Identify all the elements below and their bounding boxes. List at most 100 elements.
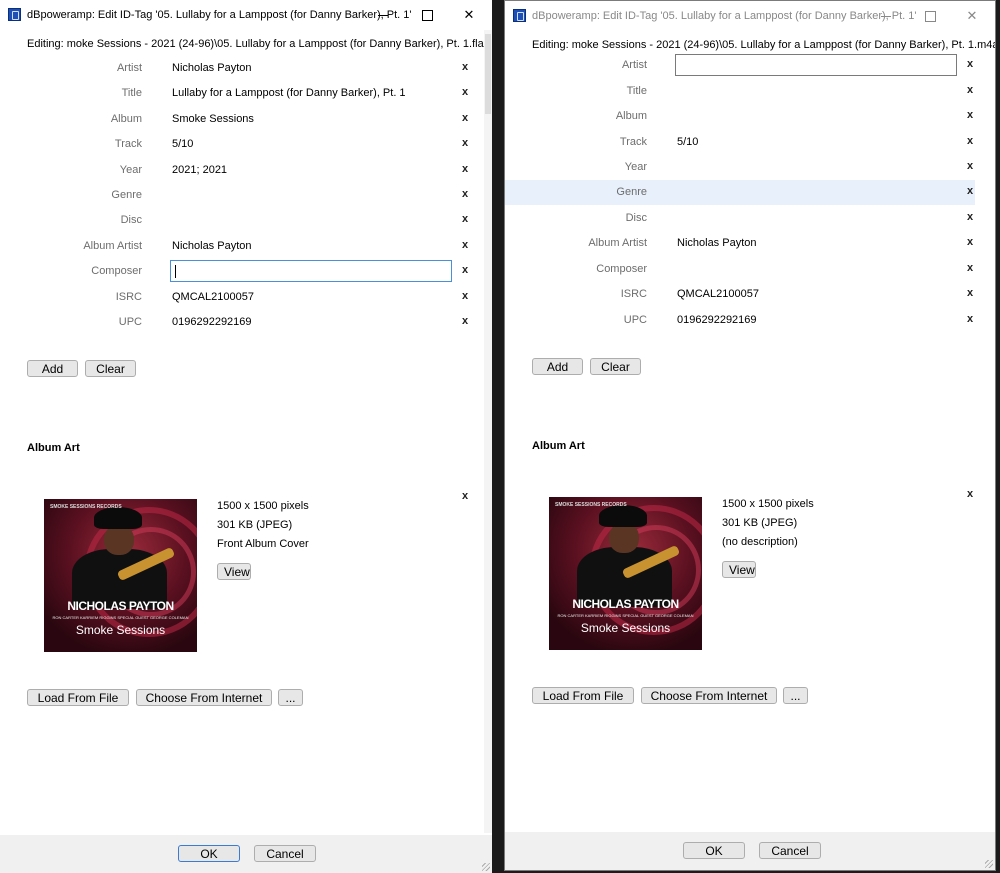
field-value[interactable]: Lullaby for a Lamppost (for Danny Barker…	[172, 87, 406, 99]
album-cover-image[interactable]: SMOKE SESSIONS RECORDS NICHOLAS PAYTON R…	[549, 497, 702, 650]
dbpoweramp-app-icon	[8, 8, 21, 21]
field-row-title: Title x	[505, 79, 975, 104]
vertical-scrollbar[interactable]	[484, 30, 492, 833]
field-row-album: Album x	[505, 104, 975, 129]
cancel-button[interactable]: Cancel	[759, 842, 821, 859]
remove-field-button[interactable]: x	[458, 85, 472, 99]
remove-field-button[interactable]: x	[458, 238, 472, 252]
field-value[interactable]: QMCAL2100057	[677, 288, 759, 300]
field-label: Track	[114, 138, 142, 150]
album-art-info: 1500 x 1500 pixels 301 KB (JPEG) Front A…	[217, 500, 309, 557]
remove-field-button[interactable]: x	[963, 261, 977, 275]
field-label: Album	[615, 110, 647, 122]
field-value[interactable]: Nicholas Payton	[172, 240, 252, 252]
artist-input[interactable]	[675, 54, 957, 76]
cover-figure	[609, 523, 639, 553]
field-value[interactable]: 0196292292169	[677, 314, 757, 326]
minimize-icon[interactable]	[368, 5, 398, 25]
cover-brand: SMOKE SESSIONS RECORDS	[555, 502, 627, 508]
cover-figure	[94, 507, 142, 529]
field-label: Genre	[111, 189, 142, 201]
field-value[interactable]: Smoke Sessions	[172, 113, 254, 125]
field-value[interactable]: Nicholas Payton	[172, 62, 252, 74]
field-row-year: Year x	[505, 155, 975, 180]
field-label: Genre	[616, 186, 647, 198]
remove-field-button[interactable]: x	[963, 235, 977, 249]
art-size: 301 KB (JPEG)	[217, 519, 293, 531]
resize-grip[interactable]	[482, 863, 490, 871]
remove-field-button[interactable]: x	[458, 187, 472, 201]
more-options-button[interactable]: ...	[783, 687, 808, 704]
remove-field-button[interactable]: x	[458, 136, 472, 150]
remove-field-button[interactable]: x	[458, 314, 472, 328]
field-row-upc: UPC 0196292292169 x	[0, 310, 470, 335]
field-row-isrc: ISRC QMCAL2100057 x	[505, 282, 975, 307]
remove-field-button[interactable]: x	[458, 162, 472, 176]
add-button[interactable]: Add	[532, 358, 583, 375]
title-bar[interactable]: dBpoweramp: Edit ID-Tag '05. Lullaby for…	[505, 1, 995, 31]
view-art-button[interactable]: View	[722, 561, 756, 578]
load-from-file-button[interactable]: Load From File	[532, 687, 634, 704]
field-label: Title	[121, 87, 142, 99]
field-row-title: Title Lullaby for a Lamppost (for Danny …	[0, 81, 470, 106]
clear-button[interactable]: Clear	[85, 360, 136, 377]
remove-field-button[interactable]: x	[963, 108, 977, 122]
ok-button[interactable]: OK	[683, 842, 745, 859]
remove-field-button[interactable]: x	[458, 60, 472, 74]
field-label: Disc	[625, 212, 647, 224]
remove-field-button[interactable]: x	[963, 57, 977, 71]
window-title: dBpoweramp: Edit ID-Tag '05. Lullaby for…	[532, 10, 917, 22]
composer-input[interactable]	[170, 260, 452, 282]
remove-field-button[interactable]: x	[963, 159, 977, 173]
field-label: Disc	[120, 214, 142, 226]
title-bar[interactable]: dBpoweramp: Edit ID-Tag '05. Lullaby for…	[0, 0, 492, 30]
field-label: Album Artist	[588, 237, 647, 249]
field-value[interactable]: 5/10	[172, 138, 193, 150]
choose-from-internet-button[interactable]: Choose From Internet	[641, 687, 777, 704]
remove-field-button[interactable]: x	[458, 111, 472, 125]
minimize-icon[interactable]	[871, 6, 901, 26]
remove-art-button[interactable]: x	[458, 489, 472, 503]
cover-credits: RON CARTER KARRIEM RIGGINS SPECIAL GUEST…	[557, 613, 694, 618]
cover-artist: NICHOLAS PAYTON	[67, 599, 174, 613]
field-label: UPC	[118, 316, 142, 328]
field-value[interactable]: 0196292292169	[172, 316, 252, 328]
clear-button[interactable]: Clear	[590, 358, 641, 375]
remove-field-button[interactable]: x	[458, 212, 472, 226]
field-value[interactable]: 2021; 2021	[172, 164, 227, 176]
remove-field-button[interactable]: x	[963, 210, 977, 224]
field-value[interactable]: 5/10	[677, 136, 698, 148]
field-value[interactable]: Nicholas Payton	[677, 237, 757, 249]
remove-field-button[interactable]: x	[963, 83, 977, 97]
add-button[interactable]: Add	[27, 360, 78, 377]
close-icon[interactable]: ✕	[957, 6, 987, 26]
field-row-upc: UPC 0196292292169 x	[505, 308, 975, 333]
ok-button[interactable]: OK	[178, 845, 240, 862]
cancel-button[interactable]: Cancel	[254, 845, 316, 862]
remove-field-button[interactable]: x	[963, 134, 977, 148]
field-value[interactable]: QMCAL2100057	[172, 291, 254, 303]
album-art-heading: Album Art	[27, 442, 80, 454]
more-options-button[interactable]: ...	[278, 689, 303, 706]
scrollbar-thumb[interactable]	[485, 34, 491, 114]
field-row-isrc: ISRC QMCAL2100057 x	[0, 285, 470, 310]
remove-art-button[interactable]: x	[963, 487, 977, 501]
maximize-icon[interactable]	[412, 5, 442, 25]
load-from-file-button[interactable]: Load From File	[27, 689, 129, 706]
remove-field-button[interactable]: x	[963, 286, 977, 300]
album-cover-image[interactable]: SMOKE SESSIONS RECORDS NICHOLAS PAYTON R…	[44, 499, 197, 652]
view-art-button[interactable]: View	[217, 563, 251, 580]
tag-editor-panel: Editing: moke Sessions - 2021 (24-96)\05…	[0, 30, 492, 873]
field-row-track: Track 5/10 x	[0, 132, 470, 157]
maximize-icon[interactable]	[915, 6, 945, 26]
art-dimensions: 1500 x 1500 pixels	[217, 500, 309, 512]
cover-artist: NICHOLAS PAYTON	[572, 597, 679, 611]
resize-grip[interactable]	[985, 860, 993, 868]
choose-from-internet-button[interactable]: Choose From Internet	[136, 689, 272, 706]
close-icon[interactable]: ✕	[454, 5, 484, 25]
remove-field-button[interactable]: x	[458, 289, 472, 303]
remove-field-button[interactable]: x	[963, 312, 977, 326]
remove-field-button[interactable]: x	[458, 263, 472, 277]
remove-field-button[interactable]: x	[963, 184, 977, 198]
field-row-composer: Composer x	[0, 259, 470, 284]
